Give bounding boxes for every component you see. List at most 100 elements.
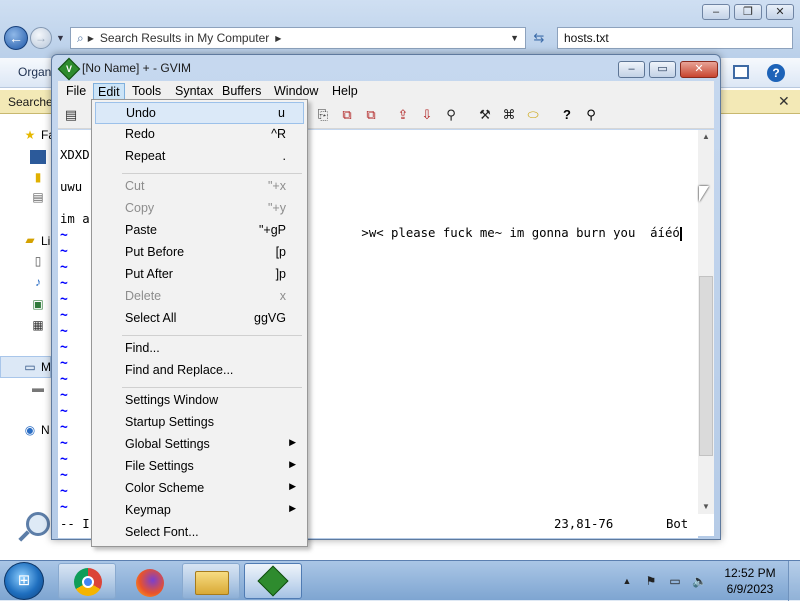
gvim-menubar: File Edit Tools Syntax Buffers Window He… <box>58 81 714 101</box>
menu-help[interactable]: Help <box>328 83 362 100</box>
menu-item-startup-settings[interactable]: Startup Settings <box>95 412 304 434</box>
vim-logo-icon: V <box>57 57 81 81</box>
menu-item-select-all[interactable]: Select All ggVG <box>95 308 304 330</box>
menu-tools[interactable]: Tools <box>128 83 165 100</box>
menu-item-settings-window[interactable]: Settings Window <box>95 390 304 412</box>
taskbar-firefox[interactable] <box>120 563 178 599</box>
menu-item-file-settings[interactable]: File Settings ▶ <box>95 456 304 478</box>
downloads-icon: ▮ <box>34 170 42 184</box>
make-icon[interactable]: ⚒ <box>476 106 494 124</box>
menu-item-paste[interactable]: Paste "+gP <box>95 220 304 242</box>
taskbar: ⊞ ▲ ⚑ ▭ 🔈 12:52 PM 6/9/2023 <box>0 560 800 601</box>
download-icon[interactable]: ⇩ <box>418 106 436 124</box>
empty-line-tilde: ~ <box>60 308 68 323</box>
submenu-arrow-icon: ▶ <box>289 459 296 469</box>
show-hidden-icons-icon[interactable]: ▲ <box>620 574 634 588</box>
start-button[interactable]: ⊞ <box>4 562 44 600</box>
address-bar[interactable]: ⌕ ▶ Search Results in My Computer ▶ ▼ <box>70 27 526 49</box>
menu-item-color-scheme[interactable]: Color Scheme ▶ <box>95 478 304 500</box>
sidebar-network-label[interactable]: N <box>41 423 50 437</box>
menu-file[interactable]: File <box>62 83 90 100</box>
desktop-icon <box>30 150 46 164</box>
mouse-pointer-icon <box>699 186 709 202</box>
menu-item-put-before[interactable]: Put Before [p <box>95 242 304 264</box>
menu-buffers[interactable]: Buffers <box>218 83 265 100</box>
menu-item-repeat[interactable]: Repeat. <box>95 146 304 168</box>
action-center-flag-icon[interactable]: ⚑ <box>644 574 658 588</box>
explorer-maximize-button[interactable]: ❐ <box>734 4 762 20</box>
text-cursor <box>679 226 682 241</box>
info-bar-close-icon[interactable]: ✕ <box>778 93 790 110</box>
find-help-icon[interactable]: ⚲ <box>582 106 600 124</box>
sidebar-libraries-label[interactable]: Li <box>41 234 50 248</box>
history-dropdown-icon[interactable]: ▼ <box>56 33 65 43</box>
refresh-icon[interactable]: ⇆ <box>529 27 549 49</box>
menu-item-global-settings[interactable]: Global Settings ▶ <box>95 434 304 456</box>
gvim-close-button[interactable]: ✕ <box>680 61 718 78</box>
menu-separator <box>122 173 302 174</box>
explorer-close-button[interactable]: ✕ <box>766 4 794 20</box>
scrollbar-thumb[interactable] <box>699 276 713 456</box>
empty-line-tilde: ~ <box>60 468 68 483</box>
sidebar-computer-label[interactable]: M <box>41 360 51 374</box>
empty-line-tilde: ~ <box>60 260 68 275</box>
taskbar-gvim[interactable] <box>244 563 302 599</box>
clock[interactable]: 12:52 PM 6/9/2023 <box>715 565 785 597</box>
empty-line-tilde: ~ <box>60 372 68 387</box>
forward-button[interactable]: → <box>30 27 52 49</box>
taskbar-explorer[interactable] <box>182 563 240 599</box>
empty-line-tilde: ~ <box>60 276 68 291</box>
open-file-icon[interactable]: ▤ <box>62 106 80 124</box>
menu-item-undo[interactable]: Undo u <box>95 102 304 124</box>
pictures-icon: ▣ <box>32 297 44 311</box>
explorer-minimize-button[interactable]: – <box>702 4 730 20</box>
editor-line-tail: >w< please fuck me~ im gonna burn you áí… <box>317 212 682 255</box>
gvim-minimize-button[interactable]: – <box>618 61 645 78</box>
submenu-arrow-icon: ▶ <box>289 481 296 491</box>
find-in-files-icon[interactable]: ⎘ <box>314 106 332 124</box>
menu-edit[interactable]: Edit <box>93 83 125 100</box>
menu-item-put-after[interactable]: Put After]p <box>95 264 304 286</box>
gvim-titlebar[interactable]: V [No Name] + - GVIM – ▭ ✕ <box>52 55 720 81</box>
submenu-arrow-icon: ▶ <box>289 503 296 513</box>
local-disk-icon: ▬ <box>32 381 44 395</box>
scroll-down-icon[interactable]: ▼ <box>702 502 710 511</box>
status-position: 23,81-76 <box>554 517 614 531</box>
computer-icon: ▭ <box>24 360 36 374</box>
run-script-icon[interactable]: ⚲ <box>442 106 460 124</box>
menu-item-keymap[interactable]: Keymap ▶ <box>95 500 304 522</box>
organize-button[interactable]: Organ <box>18 65 51 79</box>
menu-item-find-replace[interactable]: Find and Replace... <box>95 360 304 382</box>
help-icon[interactable]: ? <box>558 106 576 124</box>
network-tray-icon[interactable]: ▭ <box>668 574 682 588</box>
menu-item-delete: Delete x <box>125 289 286 303</box>
empty-line-tilde: ~ <box>60 420 68 435</box>
windows-logo-icon: ⊞ <box>17 572 31 589</box>
save-session-icon[interactable]: ⧉ <box>362 106 380 124</box>
search-input[interactable]: hosts.txt <box>557 27 793 49</box>
menu-item-find[interactable]: Find... <box>95 338 304 360</box>
show-desktop-button[interactable] <box>788 561 800 601</box>
editor-line: uwu <box>60 180 83 194</box>
menu-item-select-font[interactable]: Select Font... <box>95 522 304 544</box>
upload-icon[interactable]: ⇪ <box>394 106 412 124</box>
editor-line: XDXD <box>60 148 90 162</box>
preview-pane-icon[interactable] <box>733 65 749 79</box>
recent-places-icon: ▤ <box>32 190 44 204</box>
back-button[interactable]: ← <box>4 26 28 50</box>
scroll-up-icon[interactable]: ▲ <box>702 132 710 141</box>
menu-window[interactable]: Window <box>270 83 322 100</box>
help-icon[interactable]: ? <box>767 64 785 82</box>
load-session-icon[interactable]: ⧉ <box>338 106 356 124</box>
tag-jump-icon[interactable]: ⬭ <box>524 106 542 124</box>
volume-icon[interactable]: 🔈 <box>692 574 707 588</box>
address-dropdown-icon[interactable]: ▼ <box>510 33 519 43</box>
shell-icon[interactable]: ⌘ <box>500 106 518 124</box>
menu-syntax[interactable]: Syntax <box>171 83 217 100</box>
gvim-maximize-button[interactable]: ▭ <box>649 61 676 78</box>
clock-date: 6/9/2023 <box>726 582 774 596</box>
menu-item-redo[interactable]: Redo ^R <box>95 124 304 146</box>
empty-line-tilde: ~ <box>60 356 68 371</box>
taskbar-chrome[interactable] <box>58 563 116 599</box>
empty-line-tilde: ~ <box>60 436 68 451</box>
